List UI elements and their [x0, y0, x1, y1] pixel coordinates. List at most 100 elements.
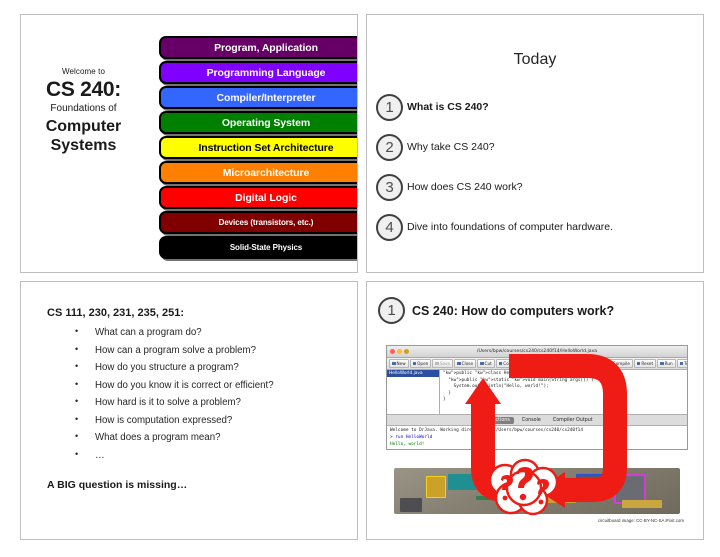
ide-titlebar: /Users/bpw/courses/cs240/cs240f14/HelloW…	[387, 346, 687, 358]
drjava-window[interactable]: /Users/bpw/courses/cs240/cs240f14/HelloW…	[386, 345, 688, 450]
chip-teal	[448, 474, 482, 490]
slide-prior-courses[interactable]: CS 111, 230, 231, 235, 251: What can a p…	[20, 281, 358, 540]
toolbar-find-icon	[588, 361, 592, 366]
ide-toolbar-button-label: Compile	[612, 361, 630, 366]
chip-yellow-outline	[426, 476, 446, 498]
toolbar-open-icon	[412, 361, 417, 366]
question-bullet-5: How is computation expressed?	[69, 415, 349, 434]
agenda-item-4: 4 Dive into foundations of computer hardw…	[376, 207, 697, 247]
agenda-item-1: 1 What is CS 240?	[376, 87, 697, 127]
toolbar-close-icon	[457, 361, 461, 366]
ide-toolbar-button-test[interactable]: Test	[676, 359, 687, 368]
question-bullet-list: What can a program do?How can a program …	[69, 327, 349, 469]
stack-layer-label: Microarchitecture	[222, 166, 310, 179]
question-bullet-6: What does a program mean?	[69, 432, 349, 451]
stack-layer-label: Solid-State Physics	[229, 243, 303, 252]
ide-toolbar-button-label: Test	[684, 361, 687, 366]
chip-blue-outline	[576, 474, 606, 498]
ide-toolbar-button-find[interactable]: Find	[585, 359, 605, 368]
ide-toolbar-button-paste[interactable]: Paste	[517, 359, 540, 368]
ide-file-pane[interactable]: HelloWorld.java	[387, 370, 440, 414]
console-line-0: Welcome to DrJava. Working directory is …	[390, 428, 583, 433]
slide-how-computers-work[interactable]: 1 CS 240: How do computers work? /Users/…	[366, 281, 704, 540]
slide4-title: CS 240: How do computers work?	[412, 303, 615, 318]
agenda-item-2: 2 Why take CS 240?	[376, 127, 697, 167]
stack-layer-2: Compiler/Interpreter	[159, 86, 357, 109]
ide-toolbar-button-label: Cut	[484, 361, 492, 366]
ide-toolbar-button-reset[interactable]: Reset	[633, 359, 657, 368]
stack-layer-4: Instruction Set Architecture	[159, 136, 357, 159]
ide-tab-bar: Interactions Console Compiler Output	[387, 414, 687, 425]
console-line-1: > run HelloWorld	[390, 435, 433, 441]
slide-today[interactable]: Today 1 What is CS 240? 2 Why take CS 240? 3…	[366, 14, 704, 273]
ide-tab-interactions[interactable]: Interactions	[477, 416, 514, 424]
ide-toolbar-button-cut[interactable]: Cut	[477, 359, 495, 368]
number-badge-2: 2	[376, 133, 403, 161]
agenda-item-label: Dive into foundations of computer hardwa…	[407, 221, 614, 233]
question-bullet-2: How do you structure a program?	[69, 362, 349, 381]
agenda-item-label: Why take CS 240?	[407, 141, 495, 153]
course-topic-line-2: Systems	[50, 136, 117, 154]
stack-layer-label: Program, Application	[214, 41, 318, 54]
stack-layer-label: Digital Logic	[235, 191, 297, 204]
question-mark-cloud-icon	[488, 458, 559, 516]
agenda-item-3: 3 How does CS 240 work?	[376, 167, 697, 207]
toolbar-run-icon	[660, 361, 664, 366]
number-badge-1: 1	[376, 93, 403, 121]
stack-layer-label: Instruction Set Architecture	[198, 141, 334, 154]
ide-toolbar-button-label: Open	[417, 361, 429, 366]
toolbar-new-icon	[392, 361, 396, 366]
ide-toolbar-button-new[interactable]: New	[389, 359, 409, 368]
ide-window-title: /Users/bpw/courses/cs240/cs240f14/HelloW…	[476, 349, 598, 354]
toolbar-cut-icon	[480, 361, 484, 366]
stack-layer-label: Devices (transistors, etc.)	[218, 218, 314, 227]
slide4-heading-row: 1 CS 240: How do computers work?	[378, 297, 614, 324]
chip-small-left	[400, 498, 422, 512]
stack-layer-label: Compiler/Interpreter	[216, 91, 316, 104]
prior-courses-heading: CS 111, 230, 231, 235, 251:	[47, 307, 185, 319]
ide-toolbar-button-label: Undo	[548, 361, 560, 366]
image-credit: circuitboard image: CC-BY-NC-SA iFixit.c…	[597, 518, 684, 523]
agenda-item-label: How does CS 240 work?	[407, 181, 523, 193]
ide-toolbar-button-copy[interactable]: Copy	[495, 359, 517, 368]
ide-toolbar-button-close[interactable]: Close	[454, 359, 477, 368]
ide-toolbar-button-undo: Undo	[540, 359, 563, 368]
ide-toolbar-button-open[interactable]: Open	[409, 359, 432, 368]
question-bullet-7: …	[69, 450, 349, 469]
ide-toolbar-button-run[interactable]: Run	[657, 359, 676, 368]
agenda-list: 1 What is CS 240? 2 Why take CS 240? 3 How do…	[376, 87, 697, 247]
ide-tab-compiler-output[interactable]: Compiler Output	[549, 417, 597, 424]
agenda-item-label: What is CS 240?	[407, 101, 489, 113]
missing-question-note: A BIG question is missing…	[47, 479, 188, 491]
console-line-3: >	[390, 448, 684, 449]
toolbar-redo-icon	[566, 361, 570, 366]
welcome-text: Welcome to	[61, 67, 106, 76]
code-line-4: }	[443, 397, 446, 403]
question-bullet-3: How do you know it is correct or efficie…	[69, 380, 349, 399]
ide-interactions-pane[interactable]: Welcome to DrJava. Working directory is …	[387, 425, 687, 449]
course-subtitle: Foundations of	[50, 103, 117, 115]
course-title-block: Welcome to CS 240: Foundations of Comput…	[27, 67, 140, 156]
toolbar-paste-icon	[520, 361, 525, 366]
file-list-item[interactable]: HelloWorld.java	[387, 370, 439, 377]
ide-toolbar-button-label: Paste	[525, 361, 537, 366]
toolbar-undo-icon	[543, 361, 548, 366]
stack-layer-1: Programming Language	[159, 61, 357, 84]
toolbar-compile-icon	[608, 361, 612, 366]
ide-toolbar-button-label: New	[396, 361, 406, 366]
ide-tab-console[interactable]: Console	[518, 417, 545, 424]
question-bullet-4: How hard is it to solve a problem?	[69, 397, 349, 416]
ide-toolbar-button-compile[interactable]: Compile	[605, 359, 633, 368]
ide-toolbar-button-redo: Redo	[563, 359, 585, 368]
ide-toolbar: New Open Save Close Cut Copy Paste Undo Redo Find…	[387, 358, 687, 370]
stack-layer-5: Microarchitecture	[159, 161, 357, 184]
ide-toolbar-button-label: Copy	[503, 361, 514, 366]
stack-layer-0: Program, Application	[159, 36, 357, 59]
ide-code-editor[interactable]: "kw">public "kw">class HelloWorld { "kw"…	[440, 370, 687, 414]
code-line-2: System.out.println("Hello, world!");	[443, 384, 549, 390]
slide-deck: Welcome to CS 240: Foundations of Comput…	[0, 0, 720, 557]
number-badge-1: 1	[378, 297, 405, 324]
slide-title[interactable]: Welcome to CS 240: Foundations of Comput…	[20, 14, 358, 273]
ide-toolbar-button-label: Redo	[570, 361, 582, 366]
question-bullet-1: How can a program solve a problem?	[69, 345, 349, 364]
